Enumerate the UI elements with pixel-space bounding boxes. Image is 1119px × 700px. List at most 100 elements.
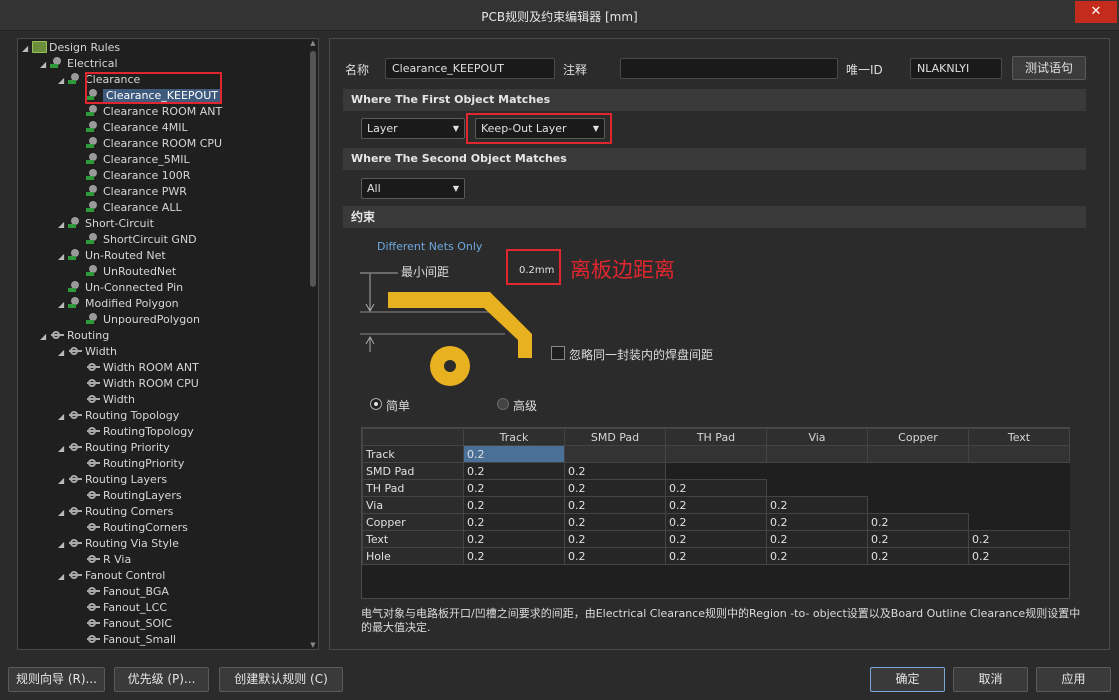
ignore-pads-checkbox[interactable] [551,346,565,360]
clearance-cell[interactable]: 0.2 [463,530,565,548]
clearance-cell[interactable]: 0.2 [665,513,767,531]
collapse-arrow-icon[interactable]: ◢ [58,537,68,553]
comment-field[interactable] [620,58,838,79]
first-match-type-select[interactable]: Layer ▼ [361,118,465,139]
tree-item-clearance[interactable]: Clearance 4MIL [76,120,188,136]
tree-node-routing[interactable]: ◢ Routing [40,328,109,344]
collapse-arrow-icon[interactable]: ◢ [58,505,68,521]
tree-item-fanout[interactable]: Fanout_LCC [76,600,167,616]
clearance-cell[interactable]: 0.2 [564,479,666,497]
clearance-cell[interactable]: 0.2 [564,496,666,514]
tree-node-design-rules[interactable]: ◢ Design Rules [22,40,120,56]
clearance-cell[interactable]: 0.2 [564,513,666,531]
tree-item-r-via[interactable]: R Via [76,552,131,568]
tree-item-routing-corners[interactable]: RoutingCorners [76,520,188,536]
clearance-cell[interactable]: 0.2 [867,547,969,565]
scroll-down-icon[interactable]: ▼ [309,641,317,649]
clearance-cell[interactable]: 0.2 [564,530,666,548]
tree-node-routing-priority[interactable]: ◢ Routing Priority [58,440,170,456]
clearance-cell[interactable]: 0.2 [463,445,565,463]
collapse-arrow-icon[interactable]: ◢ [58,249,68,265]
tree-item-clearance[interactable]: Clearance_5MIL [76,152,190,168]
tree-node-width[interactable]: ◢ Width [58,344,117,360]
clearance-cell[interactable]: 0.2 [867,530,969,548]
clearance-cell[interactable]: 0.2 [463,547,565,565]
tree-item-width[interactable]: Width ROOM CPU [76,376,199,392]
tree-item-clearance[interactable]: Clearance ROOM ANT [76,104,222,120]
clearance-cell[interactable]: 0.2 [463,513,565,531]
tree-node-routing-topology[interactable]: ◢ Routing Topology [58,408,179,424]
tree-item-fanout[interactable]: Fanout_SOIC [76,616,172,632]
rule-wizard-button[interactable]: 规则向导 (R)... [8,667,105,692]
tree-item-width[interactable]: Width [76,392,135,408]
collapse-arrow-icon[interactable]: ◢ [58,217,68,233]
clearance-cell[interactable]: 0.2 [665,479,767,497]
clearance-cell[interactable]: 0.2 [665,496,767,514]
clearance-cell[interactable]: 0.2 [564,547,666,565]
tree-item-unrouted-net[interactable]: UnRoutedNet [76,264,176,280]
tree-item-routing-layers[interactable]: RoutingLayers [76,488,182,504]
tree-item-short-circuit-gnd[interactable]: ShortCircuit GND [76,232,197,248]
collapse-arrow-icon[interactable]: ◢ [58,569,68,585]
clearance-cell[interactable]: 0.2 [766,530,868,548]
cancel-button[interactable]: 取消 [953,667,1028,692]
ok-button[interactable]: 确定 [870,667,945,692]
tree-node-fanout-control[interactable]: ◢ Fanout Control [58,568,165,584]
clearance-cell[interactable]: 0.2 [968,547,1070,565]
tree-node-routing-via-style[interactable]: ◢ Routing Via Style [58,536,179,552]
clearance-cell[interactable]: 0.2 [766,496,868,514]
tree-item-routing-topology[interactable]: RoutingTopology [76,424,194,440]
apply-button[interactable]: 应用 [1036,667,1111,692]
collapse-arrow-icon[interactable]: ◢ [58,409,68,425]
clearance-cell[interactable]: 0.2 [463,462,565,480]
clearance-cell[interactable]: 0.2 [766,547,868,565]
collapse-arrow-icon[interactable]: ◢ [58,473,68,489]
tree-node-electrical[interactable]: ◢ Electrical [40,56,118,72]
collapse-arrow-icon[interactable]: ◢ [58,345,68,361]
tree-node-modified-polygon[interactable]: ◢ Modified Polygon [58,296,179,312]
advanced-mode-radio[interactable] [497,398,509,410]
name-field[interactable]: Clearance_KEEPOUT [385,58,555,79]
tree-item-clearance[interactable]: Clearance ALL [76,200,182,216]
tree-node-routing-layers[interactable]: ◢ Routing Layers [58,472,167,488]
collapse-arrow-icon[interactable]: ◢ [58,297,68,313]
collapse-arrow-icon[interactable]: ◢ [58,441,68,457]
clearance-matrix[interactable]: Track SMD Pad TH Pad Via Copper Text Tra… [361,427,1070,599]
collapse-arrow-icon[interactable]: ◢ [40,329,50,345]
close-button[interactable]: ✕ [1075,1,1117,23]
clearance-cell[interactable]: 0.2 [867,513,969,531]
rules-tree[interactable]: ◢ Design Rules ◢ Electrical ◢ Clearance Cle… [17,38,319,650]
tree-item-width[interactable]: Width ROOM ANT [76,360,199,376]
second-match-type-select[interactable]: All ▼ [361,178,465,199]
tree-item-clearance[interactable]: Clearance 100R [76,168,190,184]
clearance-cell[interactable]: 0.2 [463,479,565,497]
collapse-arrow-icon[interactable]: ◢ [40,57,50,73]
clearance-cell[interactable]: 0.2 [766,513,868,531]
tree-item-routing-priority[interactable]: RoutingPriority [76,456,184,472]
tree-item-clearance[interactable]: Clearance ROOM CPU [76,136,222,152]
tree-item-clearance[interactable]: Clearance PWR [76,184,187,200]
clearance-cell[interactable]: 0.2 [665,547,767,565]
tree-item-fanout[interactable]: Fanout_BGA [76,584,169,600]
tree-node-routing-corners[interactable]: ◢ Routing Corners [58,504,173,520]
tree-node-short-circuit[interactable]: ◢ Short-Circuit [58,216,154,232]
clearance-cell[interactable]: 0.2 [564,462,666,480]
test-query-button[interactable]: 测试语句 [1012,56,1086,80]
tree-item-fanout[interactable]: Fanout_Small [76,632,176,648]
simple-mode-radio[interactable] [370,398,382,410]
collapse-arrow-icon[interactable]: ◢ [22,41,32,57]
scroll-thumb[interactable] [310,51,316,287]
tree-item-unpoured-polygon[interactable]: UnpouredPolygon [76,312,200,328]
scroll-up-icon[interactable]: ▲ [309,39,317,47]
comment-label: 注释 [563,63,588,77]
tree-scrollbar[interactable]: ▲ ▼ [309,39,317,649]
clearance-cell[interactable]: 0.2 [463,496,565,514]
unique-id-field[interactable]: NLAKNLYI [910,58,1002,79]
tree-node-unrouted-net[interactable]: ◢ Un-Routed Net [58,248,166,264]
priorities-button[interactable]: 优先级 (P)... [114,667,209,692]
create-default-rules-button[interactable]: 创建默认规则 (C) [219,667,343,692]
tree-node-unconnected-pin[interactable]: Un-Connected Pin [58,280,183,296]
collapse-arrow-icon[interactable]: ◢ [58,73,68,89]
clearance-cell[interactable]: 0.2 [968,530,1070,548]
clearance-cell[interactable]: 0.2 [665,530,767,548]
